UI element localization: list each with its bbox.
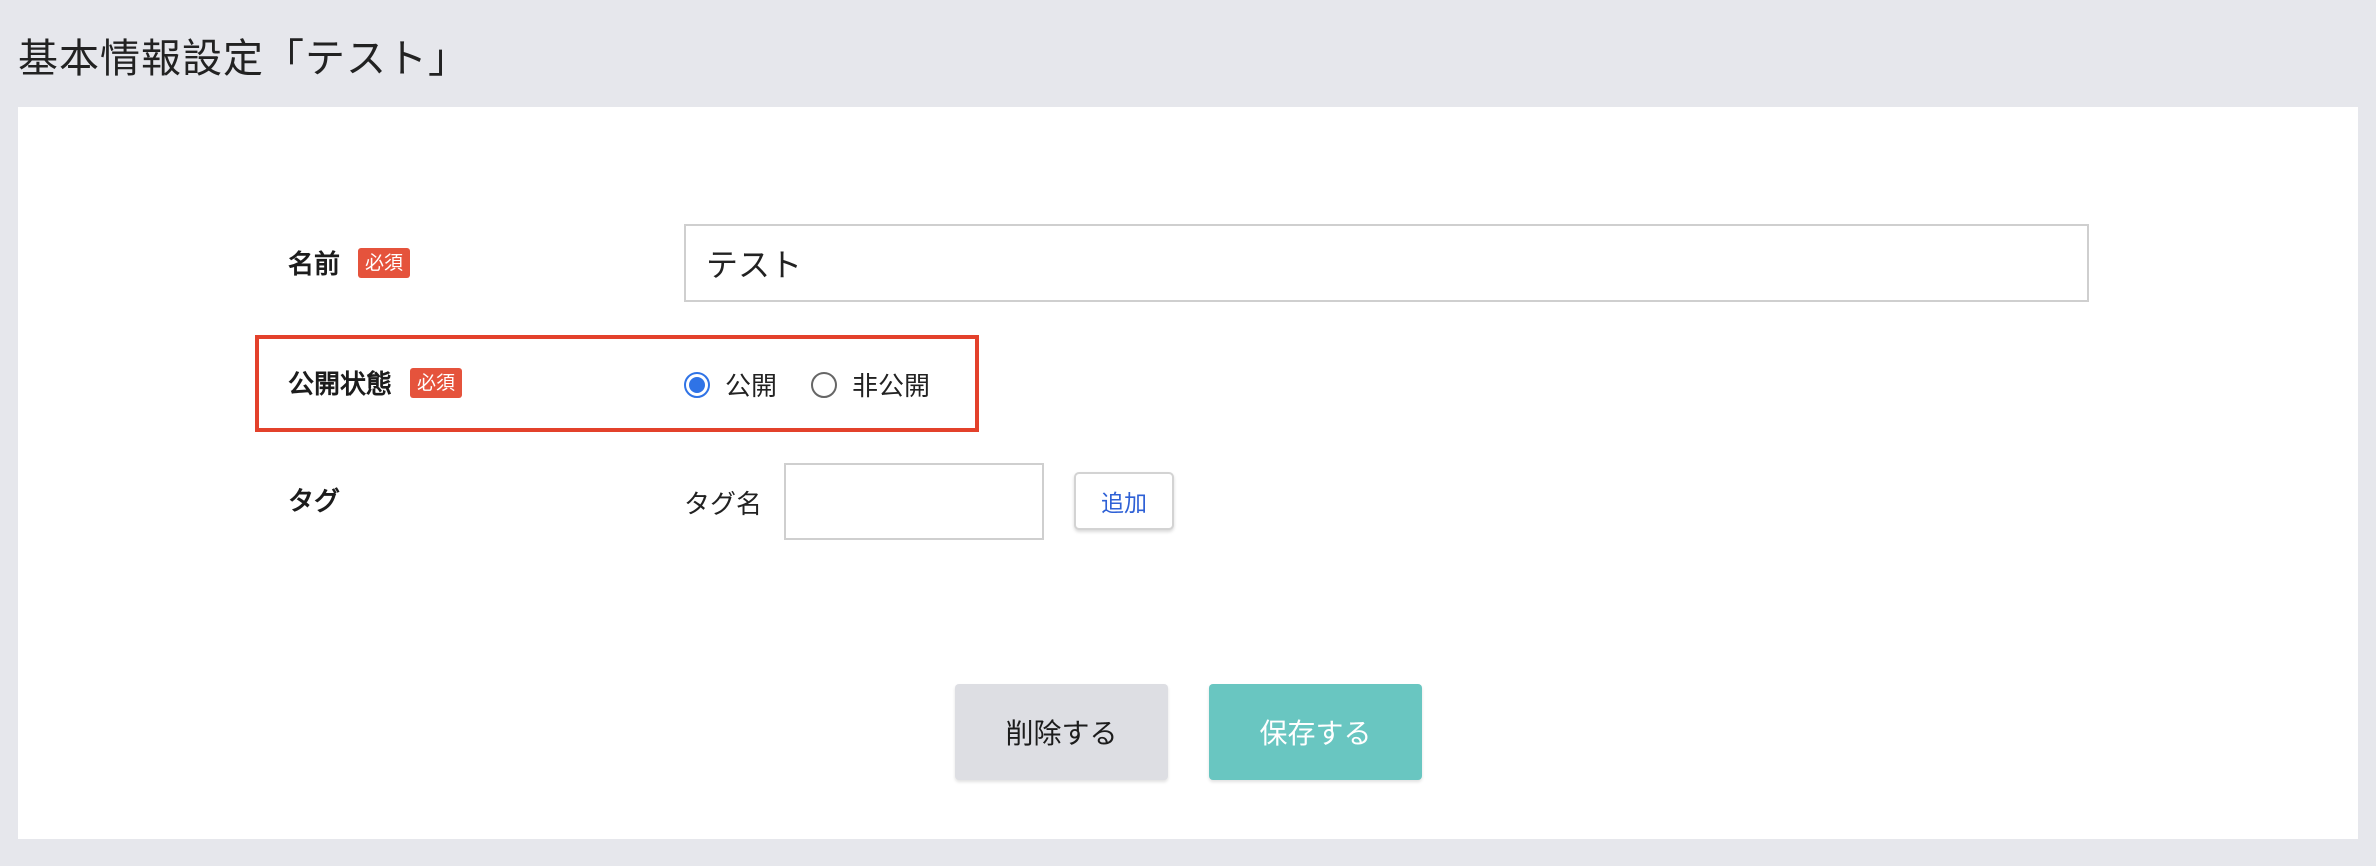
tag-name-input[interactable] <box>784 463 1044 540</box>
name-field-label: 名前 必須 <box>288 244 411 281</box>
radio-public-label: 公開 <box>725 372 778 402</box>
radio-option-private[interactable]: 非公開 <box>811 366 930 403</box>
name-input[interactable] <box>684 224 2089 302</box>
name-label-text: 名前 <box>288 250 341 280</box>
settings-form-panel: 名前 必須 公開状態 必須 公開 非公開 タグ タグ名 追加 削除する 保存する <box>18 107 2358 839</box>
tag-label-text: タグ <box>288 487 341 517</box>
radio-public-selected-icon[interactable] <box>684 371 710 398</box>
add-tag-button[interactable]: 追加 <box>1074 472 1174 530</box>
tag-name-label: タグ名 <box>684 490 763 520</box>
visibility-radio-group: 公開 非公開 <box>684 366 930 403</box>
delete-button[interactable]: 削除する <box>955 684 1168 780</box>
radio-option-public[interactable]: 公開 <box>684 366 777 403</box>
radio-private-unselected-icon[interactable] <box>811 371 838 398</box>
page-title: 基本情報設定「テスト」 <box>18 36 469 82</box>
visibility-field-label: 公開状態 必須 <box>288 364 463 401</box>
save-button[interactable]: 保存する <box>1209 684 1422 780</box>
radio-private-label: 非公開 <box>852 372 931 402</box>
tag-field-label: タグ <box>288 481 340 518</box>
visibility-label-text: 公開状態 <box>288 370 393 400</box>
visibility-required-badge: 必須 <box>410 367 463 398</box>
name-required-badge: 必須 <box>358 247 411 278</box>
